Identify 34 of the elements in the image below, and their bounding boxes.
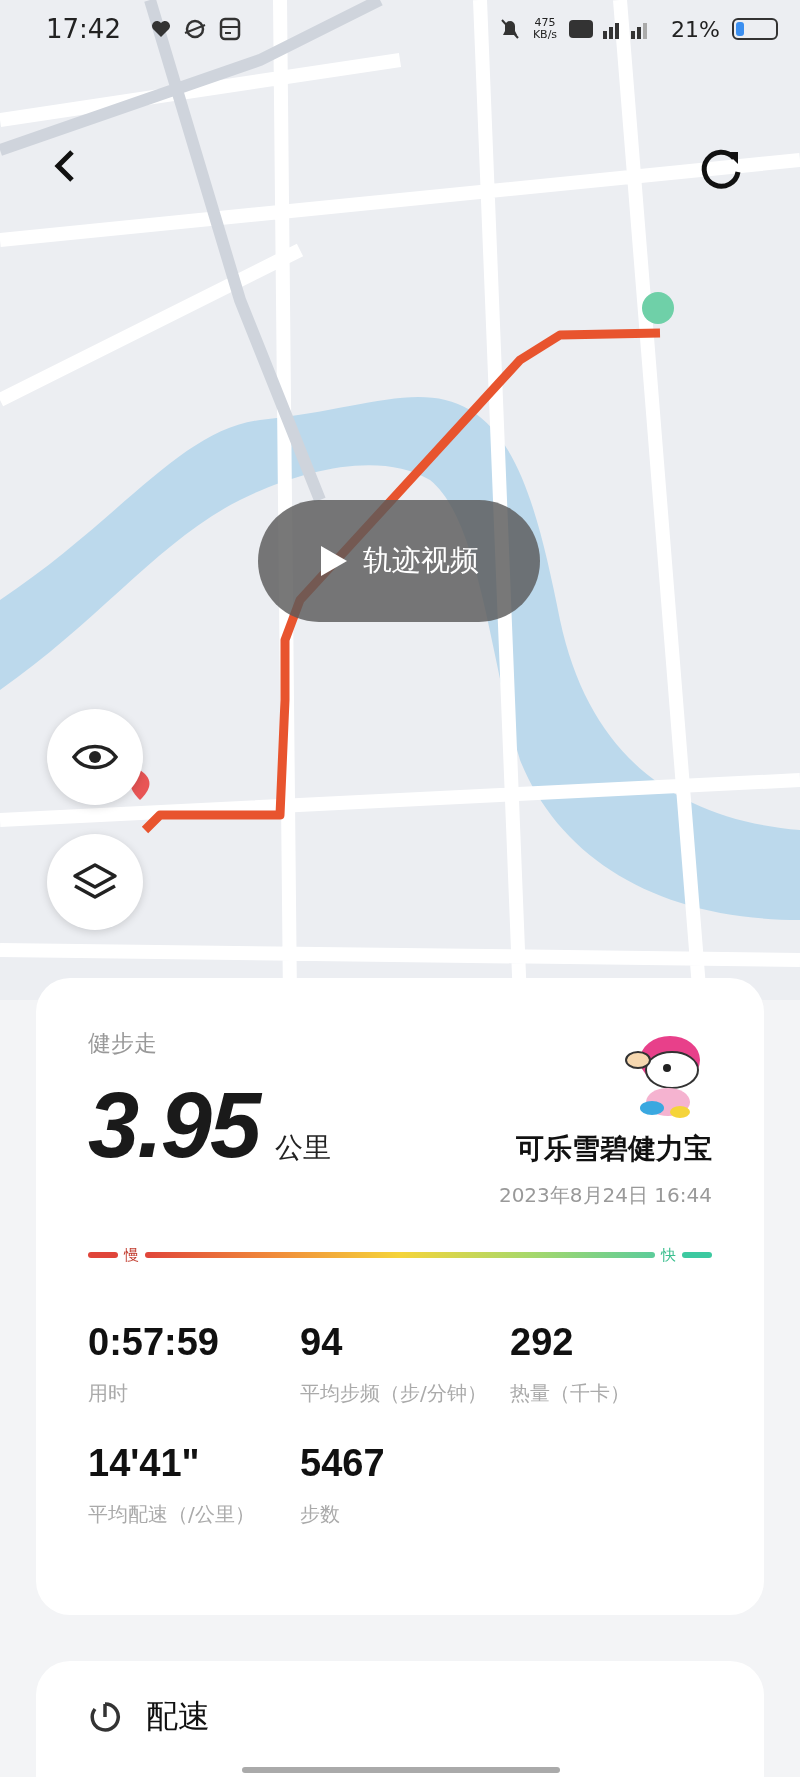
stat-value: 94: [300, 1321, 344, 1364]
slow-legend-bar: [88, 1252, 118, 1258]
stat-label: 平均步频（步/分钟）: [300, 1380, 488, 1407]
battery-icon: [732, 18, 778, 40]
stat-label: 用时: [88, 1380, 129, 1407]
pace-title: 配速: [146, 1696, 210, 1737]
workout-date: 2023年8月24日 16:44: [498, 1182, 712, 1209]
stat-label: 热量（千卡）: [510, 1380, 631, 1407]
status-time: 17:42: [46, 14, 121, 44]
track-video-button[interactable]: 轨迹视频: [258, 500, 540, 622]
stat-value: 292: [510, 1321, 575, 1364]
fast-label: 快: [661, 1245, 676, 1265]
battery-percent: 21%: [671, 16, 720, 42]
distance-value: 3.95: [88, 1073, 260, 1178]
layers-icon: [71, 862, 119, 902]
stat-label: 平均配速（/公里）: [88, 1501, 256, 1528]
play-icon: [319, 544, 349, 578]
stat-label: 步数: [300, 1501, 341, 1528]
fast-legend-bar: [682, 1252, 712, 1258]
slow-label: 慢: [124, 1245, 139, 1265]
stat-value: 0:57:59: [88, 1321, 220, 1364]
brand-name: 可乐雪碧健力宝: [516, 1131, 712, 1167]
card-icon: [218, 17, 241, 41]
distance-unit: 公里: [275, 1130, 332, 1166]
activity-type: 健步走: [88, 1029, 158, 1058]
eye-icon: [72, 742, 118, 772]
timer-icon: [88, 1699, 122, 1735]
network-speed: 475 KB/s: [532, 17, 558, 41]
heart-icon: [150, 20, 171, 38]
end-pin-icon: [642, 292, 674, 324]
stat-value: 14'41": [88, 1442, 201, 1485]
planet-icon: [182, 17, 207, 41]
stat-value: 5467: [300, 1442, 386, 1485]
mute-bell-icon: [498, 17, 521, 41]
